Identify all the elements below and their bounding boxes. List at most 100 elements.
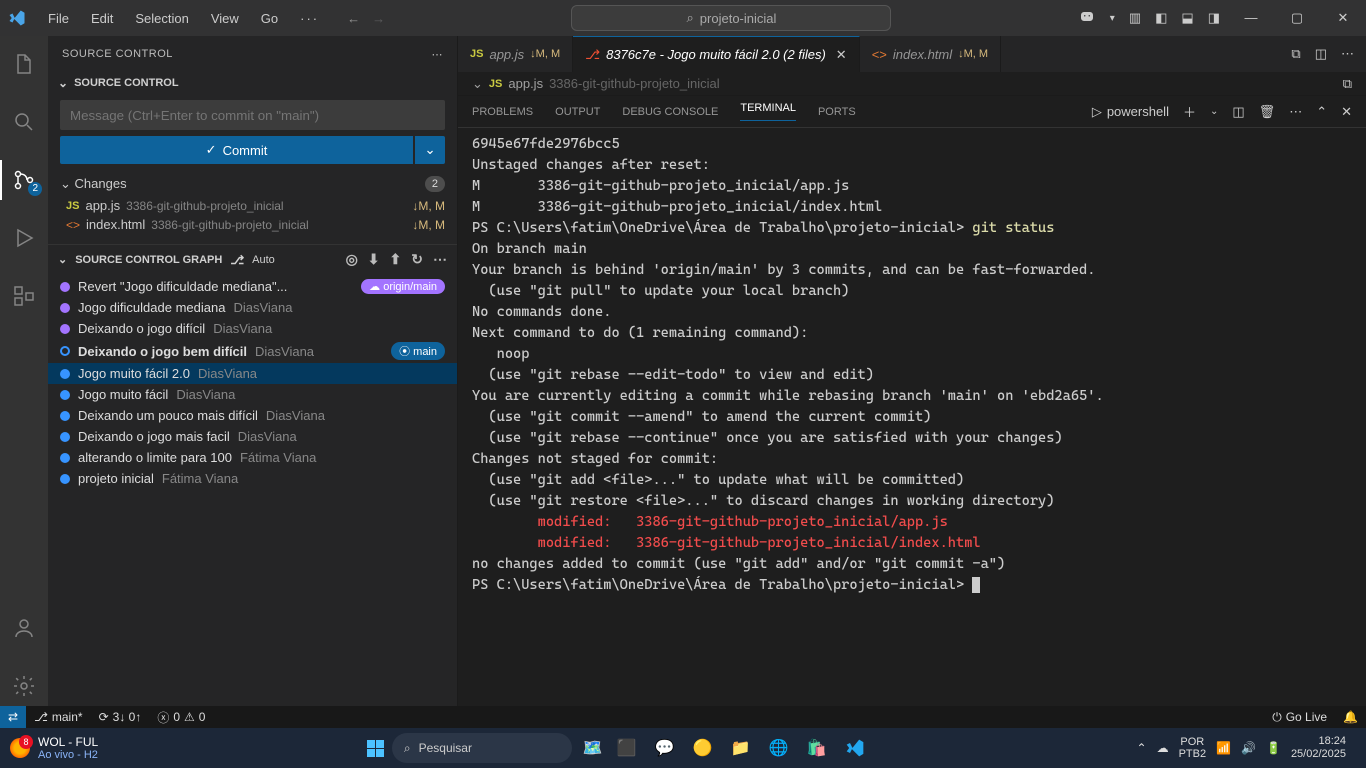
taskbar-vscode-icon[interactable] xyxy=(842,735,868,761)
panel-tab-problems[interactable]: PROBLEMS xyxy=(472,106,533,118)
system-tray[interactable]: ⌃ ☁ POR PTB2 📶 🔊 🔋 18:24 25/02/2025 xyxy=(1127,735,1366,761)
taskbar-widget-icon[interactable]: 🗺️ xyxy=(580,735,606,761)
graph-commit-row[interactable]: alterando o limite para 100 Fátima Viana xyxy=(48,447,457,468)
scm-graph-header[interactable]: ⌄ SOURCE CONTROL GRAPH ⎇ Auto ◎ ⬇ ⬆ ↻ ⋯ xyxy=(48,244,457,274)
menu-go[interactable]: Go xyxy=(251,7,288,30)
graph-tool-push-icon[interactable]: ⬆ xyxy=(390,251,402,268)
command-center[interactable]: ⌕ projeto-inicial xyxy=(385,5,1078,31)
kill-terminal-icon[interactable]: 🗑 xyxy=(1259,104,1276,120)
graph-commit-row[interactable]: projeto inicial Fátima Viana xyxy=(48,468,457,489)
terminal-dropdown-icon[interactable]: ⌄ xyxy=(1210,106,1218,117)
terminal-more-icon[interactable]: ⋯ xyxy=(1289,104,1302,120)
split-terminal-icon[interactable]: ◫ xyxy=(1232,104,1244,120)
layout-customize-icon[interactable]: ▥ xyxy=(1129,10,1141,26)
menu-view[interactable]: View xyxy=(201,7,249,30)
menu-selection[interactable]: Selection xyxy=(125,7,198,30)
tray-chevron-icon[interactable]: ⌃ xyxy=(1137,741,1147,755)
graph-commit-row[interactable]: Jogo dificuldade mediana DiasViana xyxy=(48,297,457,318)
compare-icon[interactable]: ⧉ xyxy=(1291,46,1300,62)
graph-commit-row[interactable]: Jogo muito fácil 2.0 DiasViana xyxy=(48,363,457,384)
panel-tab-output[interactable]: OUTPUT xyxy=(555,106,600,118)
breadcrumb[interactable]: ⌄ JS app.js 3386-git-github-projeto_inic… xyxy=(458,72,1366,96)
layout-panel-left-icon[interactable]: ◧ xyxy=(1155,10,1167,26)
panel-maximize-icon[interactable]: ⌃ xyxy=(1316,104,1327,120)
nav-back-icon[interactable]: ← xyxy=(347,11,360,26)
terminal[interactable]: 6945e67fde2976bcc5Unstaged changes after… xyxy=(458,128,1366,706)
graph-tool-target-icon[interactable]: ◎ xyxy=(346,251,358,268)
graph-tool-more-icon[interactable]: ⋯ xyxy=(433,251,447,268)
copilot-icon[interactable] xyxy=(1078,9,1096,27)
status-sync[interactable]: ⟳ 3↓ 0↑ xyxy=(91,710,150,724)
layout-panel-bottom-icon[interactable]: ⬓ xyxy=(1181,10,1193,26)
panel-close-icon[interactable]: ✕ xyxy=(1341,104,1352,120)
nav-forward-icon[interactable]: → xyxy=(372,11,385,26)
graph-commit-row[interactable]: Jogo muito fácil DiasViana xyxy=(48,384,457,405)
split-editor-icon[interactable]: ◫ xyxy=(1315,46,1327,62)
activity-accounts-icon[interactable] xyxy=(0,608,48,648)
scm-file-row[interactable]: <>index.html3386-git-github-projeto_inic… xyxy=(48,215,457,234)
scm-section-header[interactable]: ⌄ SOURCE CONTROL xyxy=(48,72,457,94)
taskbar-store-icon[interactable]: 🛍️ xyxy=(804,735,830,761)
activity-source-control-icon[interactable]: 2 xyxy=(0,160,48,200)
commit-button[interactable]: ✓ Commit xyxy=(60,136,413,164)
window-close[interactable]: ✕ xyxy=(1320,10,1366,26)
window-maximize[interactable]: ▢ xyxy=(1274,10,1320,26)
panel-tab-ports[interactable]: PORTS xyxy=(818,106,856,118)
graph-title: SOURCE CONTROL GRAPH xyxy=(75,254,222,266)
window-minimize[interactable]: — xyxy=(1228,10,1274,26)
editor-more-icon[interactable]: ⋯ xyxy=(1341,46,1354,62)
graph-tool-refresh-icon[interactable]: ↻ xyxy=(411,251,423,268)
activity-run-debug-icon[interactable] xyxy=(0,218,48,258)
tab-close-icon[interactable]: ✕ xyxy=(836,47,847,63)
taskbar-weather[interactable]: 8 WOL - FUL Ao vivo - H2 xyxy=(0,735,108,761)
taskbar-chat-icon[interactable]: 💬 xyxy=(652,735,678,761)
more-actions-icon[interactable]: ⋯ xyxy=(432,48,444,61)
start-button[interactable] xyxy=(367,740,384,757)
graph-commit-row[interactable]: Deixando um pouco mais difícil DiasViana xyxy=(48,405,457,426)
status-go-live[interactable]: ⏻ Go Live xyxy=(1264,710,1335,725)
chevron-down-icon[interactable]: ▾ xyxy=(1110,13,1115,24)
activity-search-icon[interactable] xyxy=(0,102,48,142)
commit-author: DiasViana xyxy=(213,321,272,336)
editor-tab[interactable]: JSapp.js↓M, M xyxy=(458,36,573,72)
graph-tool-pull-icon[interactable]: ⬇ xyxy=(368,251,380,268)
commit-dropdown[interactable]: ⌄ xyxy=(415,136,445,164)
menu-edit[interactable]: Edit xyxy=(81,7,123,30)
new-terminal-icon[interactable]: ＋ xyxy=(1183,102,1196,121)
tray-clock[interactable]: 18:24 25/02/2025 xyxy=(1291,735,1356,761)
taskbar-explorer-icon[interactable]: 📁 xyxy=(728,735,754,761)
taskbar-search[interactable]: ⌕ Pesquisar xyxy=(392,733,572,763)
taskbar-copilot-icon[interactable]: 🟡 xyxy=(690,735,716,761)
graph-commit-row[interactable]: Revert "Jogo dificuldade mediana"... ☁ o… xyxy=(48,276,457,297)
terminal-profile[interactable]: ▷ powershell xyxy=(1092,104,1169,120)
menu-file[interactable]: File xyxy=(38,7,79,30)
tray-volume-icon[interactable]: 🔊 xyxy=(1241,741,1256,755)
activity-explorer-icon[interactable] xyxy=(0,44,48,84)
activity-settings-icon[interactable] xyxy=(0,666,48,706)
editor-tab[interactable]: ⎇8376c7e - Jogo muito fácil 2.0 (2 files… xyxy=(573,36,860,72)
status-notifications-icon[interactable]: 🔔 xyxy=(1335,710,1366,724)
tray-battery-icon[interactable]: 🔋 xyxy=(1266,741,1281,755)
panel-tab-debug[interactable]: DEBUG CONSOLE xyxy=(622,106,718,118)
menu-more[interactable]: ··· xyxy=(290,7,329,30)
editor-tabs: JSapp.js↓M, M⎇8376c7e - Jogo muito fácil… xyxy=(458,36,1366,72)
graph-commit-row[interactable]: Deixando o jogo bem difícil DiasViana⦿ m… xyxy=(48,339,457,363)
tray-onedrive-icon[interactable]: ☁ xyxy=(1157,741,1169,755)
status-problems[interactable]: ⓧ 0 ⚠ 0 xyxy=(149,709,213,726)
scm-file-row[interactable]: JSapp.js3386-git-github-projeto_inicial↓… xyxy=(48,196,457,215)
taskbar-taskview-icon[interactable]: ⬛ xyxy=(614,735,640,761)
remote-indicator[interactable]: ⇄ xyxy=(0,706,26,728)
activity-extensions-icon[interactable] xyxy=(0,276,48,316)
editor-tab[interactable]: <>index.html↓M, M xyxy=(860,36,1001,72)
panel-tab-terminal[interactable]: TERMINAL xyxy=(740,102,796,121)
status-branch[interactable]: ⎇ main* xyxy=(26,710,91,724)
layout-panel-right-icon[interactable]: ◨ xyxy=(1208,10,1220,26)
graph-commit-row[interactable]: Deixando o jogo mais facil DiasViana xyxy=(48,426,457,447)
taskbar-edge-icon[interactable]: 🌐 xyxy=(766,735,792,761)
open-changes-icon[interactable]: ⧉ xyxy=(1343,76,1352,91)
commit-msg: Jogo muito fácil xyxy=(78,387,168,402)
tray-wifi-icon[interactable]: 📶 xyxy=(1216,741,1231,755)
changes-header[interactable]: ⌄ Changes 2 xyxy=(48,172,457,196)
commit-message-input[interactable] xyxy=(60,100,445,130)
graph-commit-row[interactable]: Deixando o jogo difícil DiasViana xyxy=(48,318,457,339)
